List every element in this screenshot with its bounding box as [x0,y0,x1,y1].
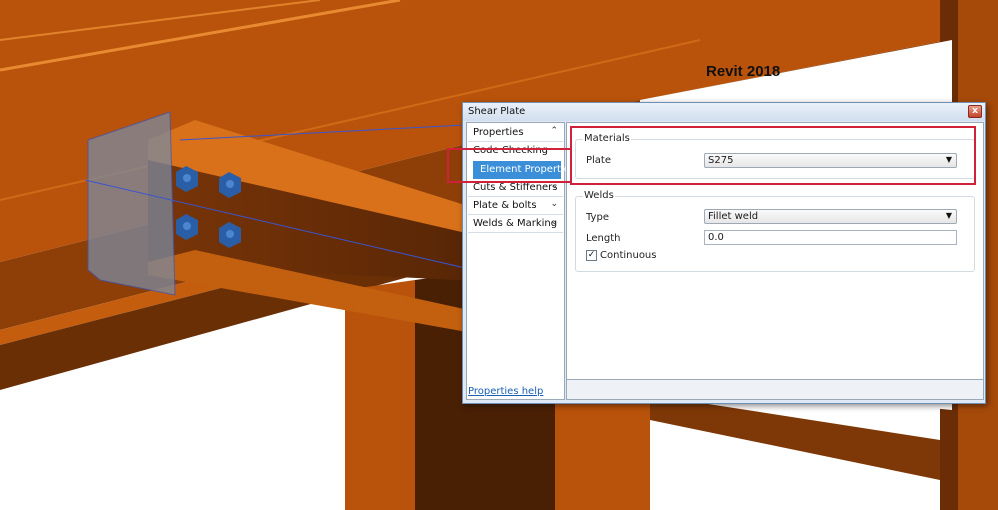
nav-item-plate-bolts[interactable]: Plate & bolts ⌄ [468,198,563,215]
checkmark-icon: ✓ [587,250,596,260]
properties-help-link[interactable]: Properties help [468,386,543,397]
highlight-materials [570,126,976,185]
shear-plate [87,111,176,296]
dropdown-arrow-icon: ▼ [945,211,952,220]
welds-group: Welds Type Fillet weld ▼ Length 0.0 ✓ Co… [575,190,975,272]
weld-length-label: Length [586,233,621,244]
nav-item-label: Plate & bolts [473,200,537,211]
nav-item-properties[interactable]: Properties ⌃ [468,125,563,142]
welds-group-title: Welds [583,190,615,201]
dialog-titlebar[interactable]: Shear Plate x [463,103,985,121]
weld-type-label: Type [586,212,609,223]
weld-length-value: 0.0 [708,232,724,243]
weld-length-input[interactable]: 0.0 [704,230,957,245]
dialog-title: Shear Plate [468,106,526,117]
nav-item-label: Cuts & Stiffeners [473,182,558,193]
panel-footer [566,380,984,400]
chevron-up-icon[interactable]: ⌃ [550,126,558,136]
weld-type-value: Fillet weld [708,211,759,222]
nav-item-welds-marking[interactable]: Welds & Marking ⌄ [468,216,563,233]
close-button[interactable]: x [968,105,982,118]
close-icon: x [972,106,978,116]
revit-version-caption: Revit 2018 [706,63,781,80]
nav-item-label: Welds & Marking [473,218,558,229]
chevron-down-icon[interactable]: ⌄ [550,217,558,227]
chevron-down-icon[interactable]: ⌄ [550,199,558,209]
continuous-label: Continuous [600,250,657,261]
continuous-checkbox[interactable]: ✓ [586,250,597,261]
highlight-element-properties [447,148,572,183]
nav-item-label: Properties [473,127,524,138]
weld-type-dropdown[interactable]: Fillet weld ▼ [704,209,957,224]
